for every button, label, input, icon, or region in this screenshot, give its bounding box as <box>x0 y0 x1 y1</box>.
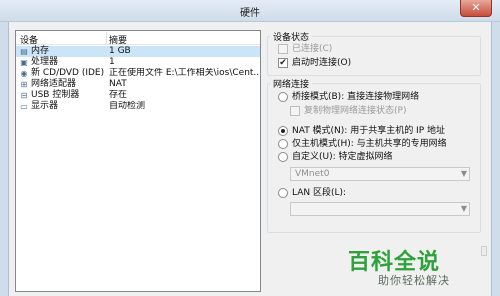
device-summary: 存在 <box>109 90 128 100</box>
device-row[interactable]: ◉ 新 CD/DVD (IDE) 正在使用文件 E:\工作相关\ios\Cent..… <box>16 68 261 79</box>
lan-segment-label: LAN 区段(L): <box>292 188 347 198</box>
column-separator[interactable] <box>106 32 107 44</box>
network-adapter-icon: ⊞ <box>20 80 28 89</box>
device-name: USB 控制器 <box>31 90 80 100</box>
device-status-title: 设备状态 <box>270 30 313 43</box>
network-connection-title: 网络连接 <box>270 77 313 90</box>
scrollbar-thumb[interactable] <box>481 246 487 256</box>
device-summary: 1 <box>109 57 115 67</box>
watermark-logo: 百科全说 助你轻松解决 <box>345 244 475 290</box>
column-header-summary[interactable]: 摘要 <box>109 33 127 46</box>
usb-icon: ⊟ <box>20 91 28 100</box>
bridged-radio-button[interactable] <box>278 92 288 102</box>
lan-segment-radio-button[interactable] <box>278 188 288 198</box>
device-row[interactable]: ⊟ USB 控制器 存在 <box>16 90 260 101</box>
device-row[interactable]: ▤ 内存 1 GB <box>16 46 260 57</box>
chevron-down-icon: ▼ <box>460 204 467 213</box>
close-icon: ✕ <box>471 1 481 14</box>
custom-label: 自定义(U): 特定虚拟网络 <box>292 152 393 162</box>
lan-segment-select[interactable]: ▼ <box>290 202 470 216</box>
device-name: 显示器 <box>31 101 59 111</box>
column-header-device[interactable]: 设备 <box>20 33 38 46</box>
nat-label: NAT 模式(N): 用于共享主机的 IP 地址 <box>292 126 446 136</box>
display-icon: ▭ <box>20 102 28 111</box>
device-list-header: 设备 摘要 <box>16 31 260 46</box>
nat-radio-button[interactable] <box>278 126 288 136</box>
device-row[interactable]: ⊞ 网络适配器 NAT <box>16 79 260 90</box>
replicate-state-checkbox-box[interactable] <box>290 106 300 116</box>
device-status-group: 设备状态 已连接(C) ✔ 启动时连接(O) <box>267 30 481 76</box>
chevron-down-icon: ▼ <box>460 169 467 178</box>
cdrom-icon: ◉ <box>20 69 28 78</box>
device-row[interactable]: ▭ 显示器 自动检测 <box>16 101 260 112</box>
cpu-icon: ▣ <box>20 58 28 67</box>
custom-network-select[interactable]: VMnet0 ▼ <box>290 167 470 181</box>
connected-checkbox-box[interactable] <box>278 44 288 54</box>
window-title: 硬件 <box>240 8 260 19</box>
watermark-sub-text: 助你轻松解决 <box>378 274 450 287</box>
custom-radio-button[interactable] <box>278 152 288 162</box>
device-summary: 正在使用文件 E:\工作相关\ios\Cent... <box>109 68 261 78</box>
connected-label: 已连接(C) <box>292 44 333 54</box>
close-button[interactable]: ✕ <box>460 0 492 17</box>
title-bar: 硬件 ✕ <box>0 0 500 22</box>
device-list[interactable]: 设备 摘要 ▤ 内存 1 GB ▣ 处理器 1 ◉ 新 CD/DVD (IDE) 正在使用文件 … <box>15 30 261 292</box>
host-only-label: 仅主机模式(H): 与主机共享的专用网络 <box>292 139 447 149</box>
checkmark-icon[interactable]: ✔ <box>278 58 288 68</box>
device-name: 网络适配器 <box>31 79 77 89</box>
memory-icon: ▤ <box>20 47 28 56</box>
connect-on-power-on-label: 启动时连接(O) <box>292 58 352 68</box>
network-connection-group: 网络连接 桥接模式(B): 直接连接物理网络 复制物理网络连接状态(P) NAT… <box>267 77 481 233</box>
bridged-label: 桥接模式(B): 直接连接物理网络 <box>292 92 420 102</box>
replicate-state-label: 复制物理网络连接状态(P) <box>304 106 407 116</box>
custom-network-value: VMnet0 <box>295 169 330 179</box>
device-summary: NAT <box>109 79 127 89</box>
dialog-client: 设备 摘要 ▤ 内存 1 GB ▣ 处理器 1 ◉ 新 CD/DVD (IDE) 正在使用文件 … <box>8 22 492 296</box>
device-summary: 自动检测 <box>109 101 146 111</box>
device-name: 处理器 <box>31 57 59 67</box>
device-row[interactable]: ▣ 处理器 1 <box>16 57 260 68</box>
device-summary: 1 GB <box>109 46 131 56</box>
device-name: 内存 <box>31 46 50 56</box>
device-name: 新 CD/DVD (IDE) <box>31 68 105 78</box>
host-only-radio-button[interactable] <box>278 139 288 149</box>
